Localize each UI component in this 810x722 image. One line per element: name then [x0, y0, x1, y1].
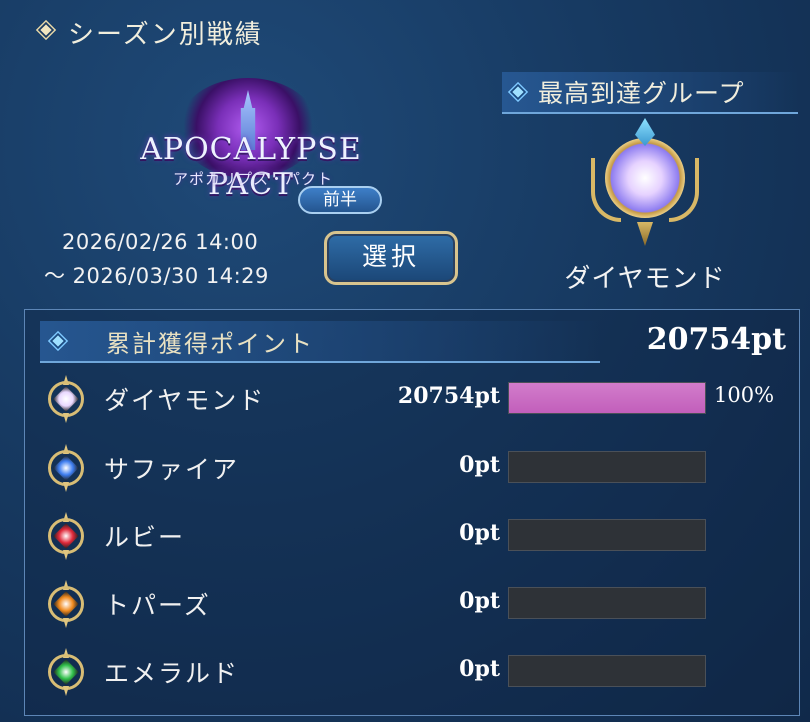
rank-points: 20754pt	[397, 383, 500, 409]
rank-progress-bar	[508, 451, 706, 483]
diamond-rank-emblem-icon	[591, 118, 699, 252]
season-start-date: 2026/02/26 14:00	[62, 230, 259, 254]
total-points-value: 20754pt	[646, 322, 786, 357]
diamond-gem-icon	[44, 375, 88, 423]
ruby-gem-icon	[44, 512, 88, 560]
rank-name: トパーズ	[104, 591, 211, 620]
rank-progress-fill	[509, 383, 705, 413]
rank-progress-bar	[508, 655, 706, 687]
rank-name: ルビー	[104, 523, 186, 552]
rank-name: エメラルド	[104, 659, 240, 688]
rank-row: ルビー 0pt	[40, 508, 790, 564]
topaz-gem-icon	[44, 580, 88, 628]
total-points-label: 累計獲得ポイント	[106, 330, 314, 358]
group-diamond-icon	[507, 81, 529, 103]
rank-progress-bar	[508, 519, 706, 551]
points-diamond-icon	[47, 330, 69, 352]
rank-points: 0pt	[459, 520, 500, 546]
season-end-date: 〜 2026/03/30 14:29	[44, 264, 269, 288]
rank-name: ダイヤモンド	[104, 386, 266, 415]
rank-name: サファイア	[104, 455, 240, 484]
rank-progress-bar	[508, 587, 706, 619]
rank-row: ダイヤモンド 20754pt 100%	[40, 371, 790, 427]
page-title: シーズン別戦績	[68, 20, 263, 50]
highest-group-name: ダイヤモンド	[564, 264, 726, 294]
rank-points: 0pt	[459, 656, 500, 682]
season-logo: APOCALYPSE PACT アポカリプス・パクト 前半	[118, 78, 382, 218]
rank-percent: 100%	[714, 383, 775, 407]
highest-group-title: 最高到達グループ	[538, 79, 745, 108]
header-diamond-icon	[35, 19, 57, 41]
rank-points: 0pt	[459, 452, 500, 478]
phase-tag: 前半	[298, 186, 382, 214]
rank-points: 0pt	[459, 588, 500, 614]
rank-row: トパーズ 0pt	[40, 576, 790, 632]
sapphire-gem-icon	[44, 444, 88, 492]
rank-row: サファイア 0pt	[40, 440, 790, 496]
emerald-gem-icon	[44, 648, 88, 696]
select-season-button[interactable]: 選択	[324, 231, 458, 285]
rank-progress-bar	[508, 382, 706, 414]
rank-row: エメラルド 0pt	[40, 644, 790, 700]
